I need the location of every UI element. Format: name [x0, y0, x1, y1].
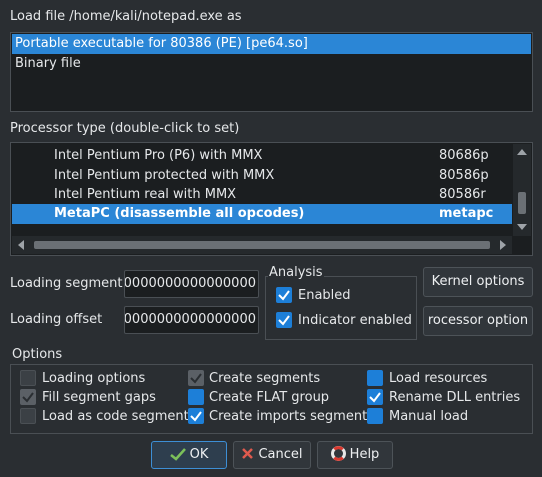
- scroll-down-icon[interactable]: [517, 224, 527, 230]
- manual-load-label: Manual load: [389, 409, 469, 424]
- processor-item[interactable]: Intel Pentium Pro (P6) with MMX 80686p: [12, 146, 512, 166]
- create-segments-checkbox[interactable]: [188, 370, 204, 386]
- rename-dll-entries-checkbox[interactable]: [367, 389, 383, 405]
- create-imports-segment-label: Create imports segment: [209, 409, 368, 424]
- create-segments-label: Create segments: [209, 371, 321, 386]
- kernel-options-button[interactable]: Kernel options: [423, 267, 533, 297]
- indicator-enabled-label: Indicator enabled: [298, 313, 412, 328]
- create-imports-segment-checkbox[interactable]: [188, 408, 204, 424]
- scroll-right-icon[interactable]: [500, 240, 506, 250]
- checkmark-icon: [190, 373, 202, 384]
- processor-list[interactable]: Intel Pentium Pro (P6) with MMX 80686p I…: [10, 142, 533, 256]
- loading-offset-input[interactable]: 0000000000000000: [124, 306, 259, 334]
- cancel-icon: [242, 448, 254, 459]
- processor-item[interactable]: Intel Pentium real with MMX 80586r: [12, 185, 512, 205]
- checkmark-icon: [369, 392, 381, 403]
- analysis-title: Analysis: [268, 265, 324, 280]
- loading-offset-value: 0000000000000000: [124, 312, 256, 327]
- file-type-list[interactable]: Portable executable for 80386 (PE) [pe64…: [10, 32, 533, 112]
- processor-item[interactable]: Intel Pentium protected with MMX 80586p: [12, 166, 512, 186]
- create-flat-group-checkbox[interactable]: [188, 389, 204, 405]
- manual-load-checkbox[interactable]: [367, 408, 383, 424]
- processor-name: MetaPC (disassemble all opcodes): [54, 206, 305, 221]
- vertical-scrollbar[interactable]: [513, 144, 531, 236]
- checkmark-icon: [190, 411, 202, 422]
- processor-item-selected[interactable]: MetaPC (disassemble all opcodes) metapc: [12, 204, 512, 224]
- checkmark-icon: [278, 315, 290, 326]
- options-title: Options: [12, 347, 63, 362]
- analysis-group: [265, 276, 417, 340]
- processor-code: metapc: [439, 206, 494, 221]
- loading-options-checkbox[interactable]: [20, 370, 36, 386]
- processor-code: 80686p: [439, 148, 489, 163]
- ok-button[interactable]: OK: [151, 441, 227, 469]
- horizontal-scroll-thumb[interactable]: [34, 241, 490, 249]
- loading-segment-input[interactable]: 0000000000000000: [124, 270, 259, 298]
- scroll-left-icon[interactable]: [18, 240, 24, 250]
- ok-label: OK: [189, 447, 209, 462]
- file-type-label: Binary file: [15, 56, 81, 71]
- create-flat-group-label: Create FLAT group: [209, 390, 330, 405]
- processor-code: 80586p: [439, 168, 489, 183]
- cancel-label: Cancel: [258, 447, 303, 462]
- load-resources-checkbox[interactable]: [367, 370, 383, 386]
- processor-options-button[interactable]: rocessor option: [423, 306, 533, 336]
- help-button[interactable]: Help: [317, 441, 393, 469]
- loading-offset-label: Loading offset: [10, 312, 103, 327]
- checkmark-icon: [278, 290, 290, 301]
- cancel-button[interactable]: Cancel: [233, 441, 311, 469]
- ok-icon: [169, 448, 186, 461]
- analysis-enabled-checkbox[interactable]: [276, 287, 292, 303]
- kernel-options-label: Kernel options: [431, 274, 525, 289]
- analysis-enabled-label: Enabled: [298, 288, 351, 303]
- help-label: Help: [349, 447, 380, 462]
- load-as-code-segment-checkbox[interactable]: [20, 408, 36, 424]
- file-type-item-pe[interactable]: Portable executable for 80386 (PE) [pe64…: [12, 34, 531, 54]
- loading-segment-value: 0000000000000000: [124, 276, 256, 291]
- vertical-scroll-thumb[interactable]: [518, 192, 526, 214]
- horizontal-scrollbar[interactable]: [12, 236, 512, 254]
- load-resources-label: Load resources: [389, 371, 488, 386]
- checkmark-icon: [22, 392, 34, 403]
- loading-segment-label: Loading segment: [10, 276, 123, 291]
- processor-type-label: Processor type (double-click to set): [10, 121, 240, 136]
- load-file-label: Load file /home/kali/notepad.exe as: [10, 9, 242, 24]
- file-type-item-binary[interactable]: Binary file: [12, 54, 531, 74]
- help-lifebuoy-icon: [330, 446, 346, 461]
- processor-name: Intel Pentium real with MMX: [54, 187, 237, 202]
- fill-segment-gaps-checkbox[interactable]: [20, 389, 36, 405]
- processor-name: Intel Pentium Pro (P6) with MMX: [54, 148, 263, 163]
- loading-options-label: Loading options: [42, 371, 146, 386]
- load-as-code-segment-label: Load as code segment: [42, 409, 189, 424]
- rename-dll-entries-label: Rename DLL entries: [389, 390, 521, 405]
- indicator-enabled-checkbox[interactable]: [276, 312, 292, 328]
- fill-segment-gaps-label: Fill segment gaps: [42, 390, 156, 405]
- file-type-label: Portable executable for 80386 (PE) [pe64…: [15, 36, 308, 51]
- scroll-up-icon[interactable]: [517, 149, 527, 155]
- processor-code: 80586r: [439, 187, 486, 202]
- processor-options-label: rocessor option: [427, 313, 529, 328]
- processor-name: Intel Pentium protected with MMX: [54, 168, 275, 183]
